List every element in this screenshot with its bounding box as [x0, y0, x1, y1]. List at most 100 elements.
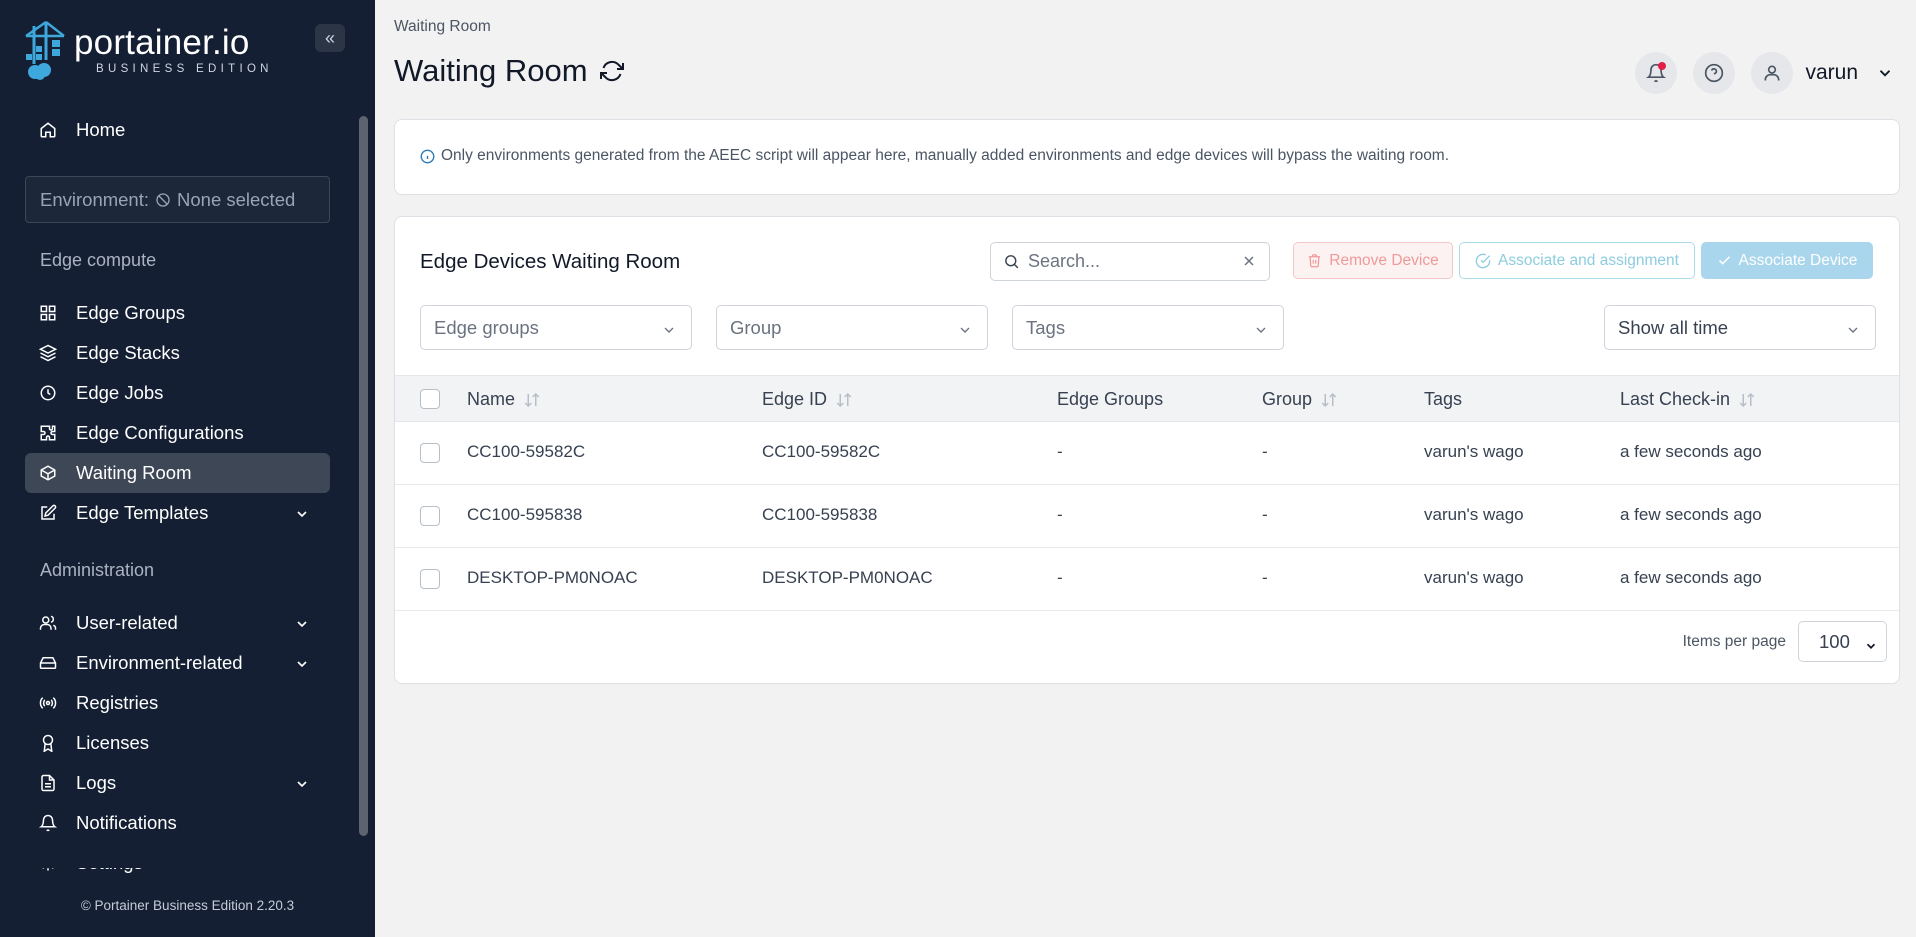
sidebar-item-label: User-related: [76, 612, 178, 633]
sidebar-item-registries[interactable]: Registries: [25, 683, 330, 723]
items-per-page-value: 100: [1819, 630, 1850, 652]
time-filter-label: Show all time: [1618, 316, 1729, 338]
group-filter[interactable]: Group: [716, 305, 988, 350]
table-row[interactable]: DESKTOP-PM0NOAC DESKTOP-PM0NOAC - - varu…: [395, 548, 1899, 611]
breadcrumb[interactable]: Waiting Room: [394, 18, 491, 36]
cell-group: -: [1262, 568, 1268, 587]
brand-title: portainer.io: [74, 23, 250, 62]
sidebar-item-edge-templates[interactable]: Edge Templates: [25, 493, 330, 533]
collapse-sidebar-button[interactable]: «: [315, 24, 345, 52]
sidebar-item-environment-related[interactable]: Environment-related: [25, 643, 330, 683]
sidebar-item-label: Environment-related: [76, 652, 243, 673]
remove-device-button[interactable]: Remove Device: [1293, 242, 1453, 279]
tags-filter[interactable]: Tags: [1012, 305, 1284, 350]
refresh-icon[interactable]: [599, 59, 624, 83]
chevrons-left-icon: «: [324, 27, 335, 48]
check-circle-icon: [1475, 253, 1491, 269]
cell-tags: varun's wago: [1424, 505, 1524, 524]
sidebar-item-licenses[interactable]: Licenses: [25, 723, 330, 763]
sidebar-scroll-fade: [0, 848, 358, 868]
bell-icon: [39, 814, 57, 832]
sidebar-item-edge-jobs[interactable]: Edge Jobs: [25, 373, 330, 413]
cell-edge-id: DESKTOP-PM0NOAC: [762, 568, 933, 587]
info-icon: [420, 149, 435, 164]
sidebar-scrollbar[interactable]: [359, 116, 368, 836]
sidebar-item-edge-groups[interactable]: Edge Groups: [25, 293, 330, 333]
cell-last-check-in: a few seconds ago: [1620, 505, 1762, 524]
check-icon: [1717, 253, 1732, 268]
cell-last-check-in: a few seconds ago: [1620, 442, 1762, 461]
edge-groups-filter[interactable]: Edge groups: [420, 305, 692, 350]
chevron-down-icon: [294, 775, 310, 797]
table-row[interactable]: CC100-59582C CC100-59582C - - varun's wa…: [395, 422, 1899, 485]
help-circle-icon: [1704, 63, 1724, 83]
user-avatar[interactable]: [1751, 52, 1794, 94]
search-placeholder: Search...: [1028, 251, 1101, 271]
chevron-down-icon: [294, 615, 310, 637]
select-all-checkbox[interactable]: [420, 389, 440, 409]
cell-tags: varun's wago: [1424, 442, 1524, 461]
sidebar-item-edge-configurations[interactable]: Edge Configurations: [25, 413, 330, 453]
sidebar-item-notifications[interactable]: Notifications: [25, 803, 330, 843]
cell-group: -: [1262, 505, 1268, 524]
close-icon[interactable]: [1241, 253, 1257, 274]
page-title: Waiting Room: [394, 53, 624, 89]
sidebar-item-logs[interactable]: Logs: [25, 763, 330, 803]
environment-label: Environment:: [40, 188, 149, 210]
portainer-logo[interactable]: portainer.io BUSINESS EDITION: [24, 20, 273, 80]
cell-tags: varun's wago: [1424, 568, 1524, 587]
header-actions: varun: [1619, 52, 1894, 94]
associate-and-assignment-label: Associate and assignment: [1498, 251, 1679, 269]
group-filter-label: Group: [730, 316, 782, 338]
column-header-last-check-in[interactable]: Last Check-in: [1620, 389, 1756, 410]
user-name[interactable]: varun: [1805, 61, 1858, 85]
column-header-group[interactable]: Group: [1262, 389, 1338, 410]
column-label: Last Check-in: [1620, 389, 1731, 409]
environment-selector[interactable]: Environment: None selected: [25, 176, 330, 223]
row-checkbox[interactable]: [420, 506, 440, 526]
sidebar-item-user-related[interactable]: User-related: [25, 603, 330, 643]
users-icon: [39, 614, 57, 632]
time-filter[interactable]: Show all time: [1604, 305, 1876, 350]
row-checkbox[interactable]: [420, 443, 440, 463]
pagination: Items per page 100: [1683, 621, 1887, 662]
table-row[interactable]: CC100-595838 CC100-595838 - - varun's wa…: [395, 485, 1899, 548]
tags-filter-label: Tags: [1026, 316, 1066, 338]
notifications-button[interactable]: [1635, 52, 1678, 94]
sidebar-item-label: Home: [76, 119, 126, 140]
associate-device-button[interactable]: Associate Device: [1701, 242, 1873, 279]
section-edge-compute: Edge compute: [40, 250, 157, 270]
sidebar-item-waiting-room[interactable]: Waiting Room: [25, 453, 330, 493]
cell-edge-groups: -: [1057, 568, 1063, 587]
sort-icon: [1320, 392, 1338, 408]
chevron-down-icon: [294, 505, 310, 527]
info-text: Only environments generated from the AEE…: [441, 147, 1450, 164]
sort-icon: [523, 392, 541, 408]
column-header-edge-id[interactable]: Edge ID: [762, 389, 853, 410]
edge-devices-table-card: Edge Devices Waiting Room Search... Remo…: [394, 216, 1900, 684]
chevron-down-icon: [1253, 321, 1269, 343]
column-header-name[interactable]: Name: [467, 389, 541, 410]
chevron-down-icon[interactable]: [1876, 64, 1894, 82]
help-button[interactable]: [1693, 52, 1736, 94]
table-title: Edge Devices Waiting Room: [420, 250, 681, 273]
sidebar-footer: © Portainer Business Edition 2.20.3: [80, 898, 295, 913]
search-input[interactable]: Search...: [990, 242, 1270, 281]
portainer-logo-icon: [25, 20, 65, 80]
sidebar-item-edge-stacks[interactable]: Edge Stacks: [25, 333, 330, 373]
cell-name: CC100-59582C: [467, 442, 586, 461]
chevron-down-icon: [1864, 636, 1878, 658]
sidebar-item-home[interactable]: Home: [25, 110, 330, 150]
items-per-page-select[interactable]: 100: [1798, 621, 1887, 662]
sidebar-item-label: Edge Jobs: [76, 382, 164, 403]
associate-device-label: Associate Device: [1738, 251, 1858, 269]
column-label: Group: [1262, 389, 1313, 409]
sort-icon: [1738, 392, 1756, 408]
box-icon: [39, 464, 57, 482]
items-per-page-label: Items per page: [1682, 632, 1786, 650]
cell-edge-id: CC100-595838: [762, 505, 878, 524]
column-label: Name: [467, 389, 516, 409]
associate-and-assignment-button[interactable]: Associate and assignment: [1459, 242, 1695, 279]
trash-icon: [1307, 253, 1322, 268]
row-checkbox[interactable]: [420, 569, 440, 589]
